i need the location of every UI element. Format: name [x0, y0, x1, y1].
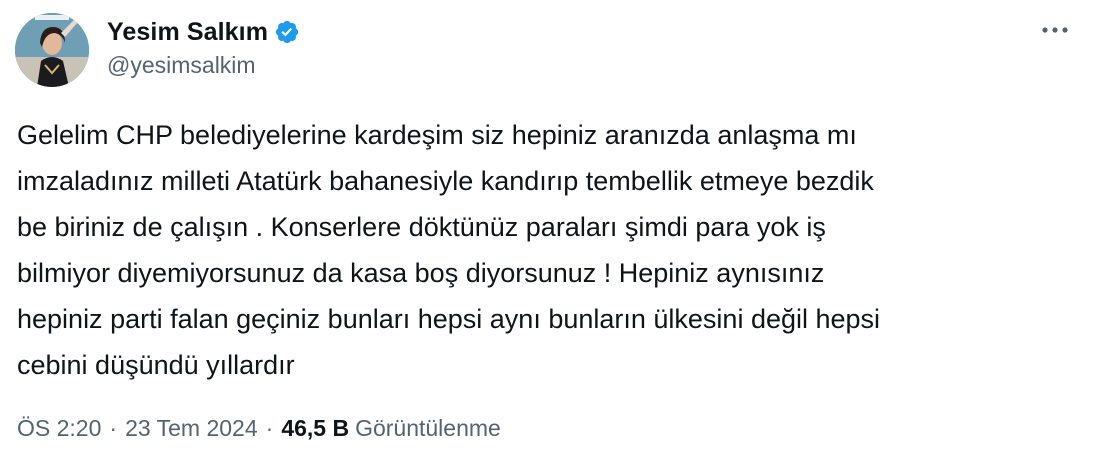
verified-badge-icon[interactable] — [274, 19, 300, 45]
tweet-text: Gelelim CHP belediyelerine kardeşim siz … — [17, 120, 881, 380]
more-options-icon[interactable] — [1037, 18, 1073, 42]
author-name-row: Yesim Salkım — [107, 16, 300, 48]
tweet-meta: ÖS 2:20 · 23 Tem 2024 · 46,5 B Görüntüle… — [17, 415, 501, 442]
avatar[interactable] — [15, 13, 89, 87]
avatar-image — [15, 13, 89, 87]
tweet-card: Yesim Salkım @yesimsalkim Gelelim CHP be… — [0, 0, 1095, 469]
tweet-date[interactable]: 23 Tem 2024 — [125, 415, 258, 442]
meta-separator: · — [265, 415, 274, 441]
views-label[interactable]: Görüntülenme — [355, 415, 501, 442]
tweet-time[interactable]: ÖS 2:20 — [17, 415, 101, 442]
views-count[interactable]: 46,5 B — [281, 415, 349, 442]
meta-separator: · — [109, 415, 118, 441]
author-handle[interactable]: @yesimsalkim — [107, 52, 256, 79]
author-display-name[interactable]: Yesim Salkım — [107, 18, 268, 47]
